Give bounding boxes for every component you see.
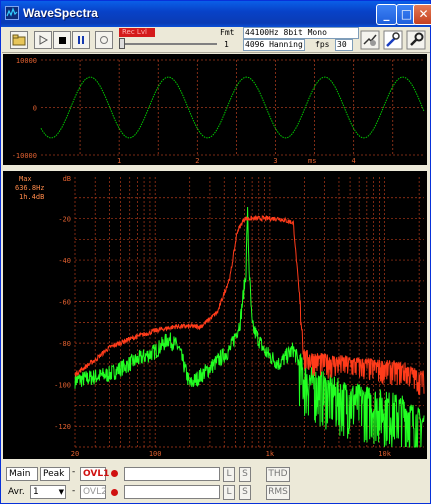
- peak-tab[interactable]: Peak: [40, 467, 70, 481]
- rec-level-label: Rec Lvl: [119, 28, 155, 37]
- ovl1-indicator: OVL1: [80, 467, 109, 481]
- wave-x-tick: 3: [273, 157, 277, 165]
- spectrum-x-label: 10k: [378, 450, 391, 458]
- wave-y-label: -10000: [12, 152, 37, 160]
- separator-dash: -: [72, 467, 76, 477]
- fft-window-field[interactable]: 4096 Hanning: [243, 39, 305, 51]
- spectrum-x-label: 100: [149, 450, 162, 458]
- app-icon: [5, 6, 19, 20]
- spectrum-y-label: -20: [58, 216, 71, 224]
- rec-level-slider[interactable]: [121, 43, 217, 45]
- spectrum-chart: dB -20 -40 -60 -80 -100 -120 20 100 1k 10k Max636.8…: [15, 175, 425, 458]
- spectrum-panel: dB -20 -40 -60 -80 -100 -120 20 100 1k 10k Max 636.8…: [3, 171, 427, 459]
- separator-dash: -: [72, 486, 76, 496]
- close-button[interactable]: ✕: [413, 4, 431, 25]
- avr-label: Avr.: [8, 487, 25, 497]
- tools-icon: [383, 30, 403, 50]
- rec-level-slider-thumb[interactable]: [119, 38, 125, 49]
- s-button[interactable]: S: [239, 467, 251, 482]
- wave-y-label: 0: [33, 105, 37, 113]
- wave-x-tick: 4: [352, 157, 356, 165]
- readout-field-1: [124, 467, 220, 481]
- ovl1-led: [111, 470, 118, 477]
- play-button[interactable]: [34, 31, 52, 49]
- spectrum-peak-trace: [74, 206, 425, 448]
- wave-y-label: 10000: [16, 57, 37, 65]
- window-title: WaveSpectra: [23, 6, 98, 20]
- avr-select[interactable]: 1 ▼: [30, 485, 66, 499]
- spectrum-x-label: 1k: [266, 450, 275, 458]
- fps-field[interactable]: 30: [335, 39, 353, 51]
- max-readout-freq: 636.8Hz: [15, 184, 45, 192]
- settings-icon: [360, 30, 380, 50]
- spectrum-y-label: -100: [54, 382, 71, 390]
- wave-x-tick: 1: [117, 157, 121, 165]
- waveform-chart: 10000 0 -10000 1 2 3 4 ms: [12, 57, 425, 165]
- pause-icon: [78, 36, 84, 44]
- toolbar: Rec Lvl Fmt 44100Hz 8bit Mono 1 4096 Han…: [2, 27, 430, 53]
- bottom-controls: Main Peak - OVL1 Avr. 1 ▼ - OVL2 L L S S…: [2, 461, 430, 503]
- channel-label: 1: [224, 40, 229, 49]
- waveform-panel: 10000 0 -10000 1 2 3 4 ms: [3, 54, 427, 165]
- fps-label: fps: [315, 40, 330, 49]
- max-readout-level: 1h.4dB: [19, 193, 44, 201]
- format-field[interactable]: 44100Hz 8bit Mono: [243, 27, 359, 39]
- ovl2-indicator: OVL2: [80, 485, 107, 499]
- main-window: WaveSpectra _ □ ✕ Rec Lvl Fmt 44100Hz 8b…: [0, 0, 431, 504]
- s-button-2[interactable]: S: [239, 485, 251, 500]
- format-label: Fmt: [220, 28, 235, 37]
- play-icon: [39, 35, 49, 45]
- record-button[interactable]: [95, 31, 113, 49]
- main-tab[interactable]: Main: [6, 467, 38, 481]
- l-button-2[interactable]: L: [223, 485, 235, 500]
- title-bar[interactable]: WaveSpectra _ □ ✕: [1, 1, 431, 27]
- spectrum-db-label: dB: [63, 175, 71, 183]
- wave-x-unit: ms: [308, 157, 316, 165]
- spectrum-x-label: 20: [71, 450, 79, 458]
- l-button[interactable]: L: [223, 467, 235, 482]
- record-icon: [100, 36, 108, 44]
- avr-value: 1: [33, 487, 39, 497]
- stop-icon: [59, 37, 66, 44]
- thd-button[interactable]: THD: [266, 467, 290, 482]
- spectrum-y-label: -60: [58, 299, 71, 307]
- minimize-button[interactable]: _: [376, 4, 397, 25]
- stop-button[interactable]: [53, 31, 71, 49]
- spectrum-y-label: -40: [58, 257, 71, 265]
- max-readout-label: Max: [19, 175, 32, 183]
- spectrum-y-label: -80: [58, 340, 71, 348]
- readout-field-2: [124, 485, 220, 499]
- wrench-button[interactable]: [406, 30, 426, 50]
- wave-x-tick: 2: [195, 157, 199, 165]
- ovl2-led: [111, 489, 118, 496]
- wrench-icon: [406, 30, 426, 50]
- settings-button[interactable]: [360, 30, 380, 50]
- spectrum-main-trace: [74, 214, 425, 396]
- open-icon: [12, 34, 26, 46]
- pause-button[interactable]: [72, 31, 90, 49]
- tools-button[interactable]: [383, 30, 403, 50]
- rms-button[interactable]: RMS: [266, 485, 290, 500]
- spectrum-y-label: -120: [54, 423, 71, 431]
- chevron-down-icon: ▼: [58, 488, 64, 496]
- open-button[interactable]: [10, 31, 28, 49]
